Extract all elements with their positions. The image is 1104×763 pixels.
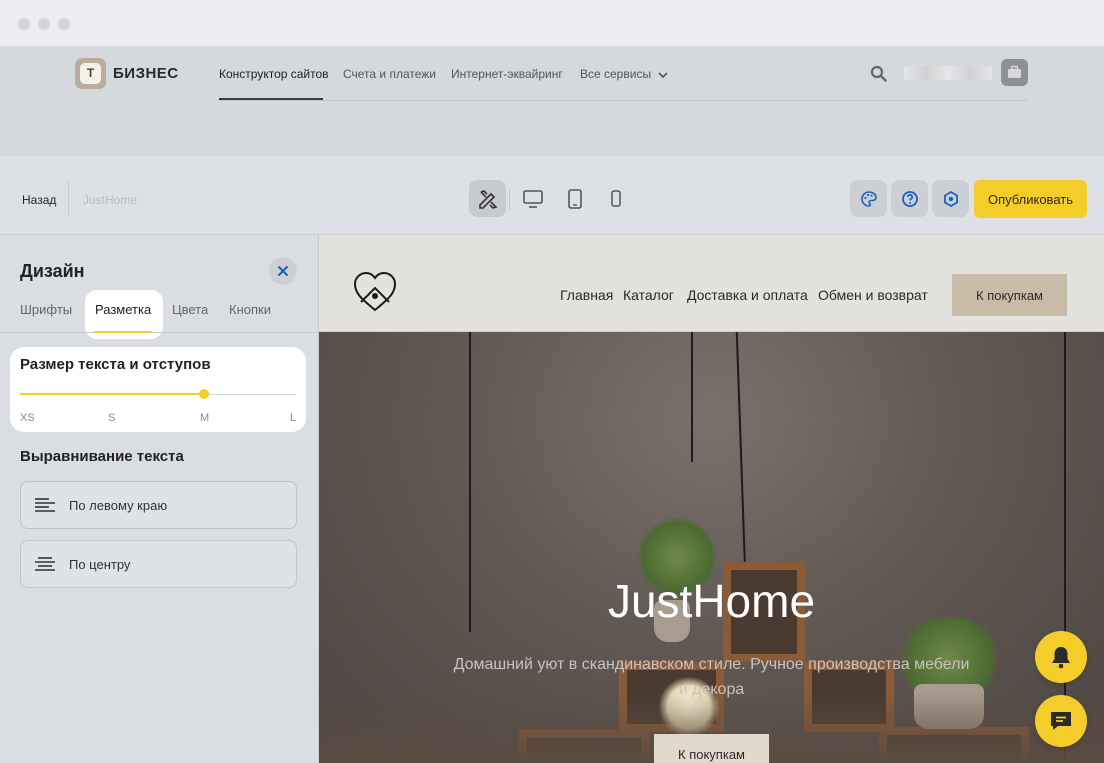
panel-title: Дизайн bbox=[20, 261, 85, 281]
help-button[interactable] bbox=[891, 180, 928, 217]
nav-site-builder[interactable]: Конструктор сайтов bbox=[219, 67, 329, 81]
palette-button[interactable] bbox=[850, 180, 887, 217]
tab-colors[interactable]: Цвета bbox=[172, 302, 208, 317]
chat-icon bbox=[1051, 712, 1071, 730]
size-label-l[interactable]: L bbox=[290, 412, 296, 424]
publish-button[interactable]: Опубликовать bbox=[974, 180, 1087, 218]
hero-section: JustHome Домашний уют в скандинавском ст… bbox=[319, 332, 1104, 763]
size-slider-fill bbox=[20, 393, 204, 395]
text-size-title: Размер текста и отступов bbox=[20, 356, 211, 373]
top-navigation: Т БИЗНЕС Конструктор сайтов Счета и плат… bbox=[0, 46, 1104, 156]
notifications-button[interactable] bbox=[1035, 631, 1087, 683]
desktop-view-button[interactable] bbox=[514, 180, 551, 217]
toolbar-divider bbox=[68, 181, 69, 216]
edit-mode-button[interactable] bbox=[469, 180, 506, 217]
align-center-label: По центру bbox=[69, 556, 131, 572]
tab-buttons[interactable]: Кнопки bbox=[229, 302, 271, 317]
briefcase-icon bbox=[1008, 65, 1021, 78]
chevron-down-icon bbox=[658, 72, 668, 78]
site-header: Главная Каталог Доставка и оплата Обмен … bbox=[319, 235, 1104, 332]
lamp-cord bbox=[691, 332, 693, 462]
bell-icon bbox=[1052, 647, 1070, 669]
tablet-view-button[interactable] bbox=[556, 180, 593, 217]
brand-logo-icon: Т bbox=[80, 63, 101, 84]
site-name-label[interactable]: JustHome bbox=[83, 193, 137, 207]
tab-fonts[interactable]: Шрифты bbox=[20, 302, 72, 317]
size-label-m[interactable]: M bbox=[200, 412, 209, 424]
help-icon bbox=[901, 190, 918, 207]
tab-layout[interactable]: Разметка bbox=[95, 302, 151, 317]
text-size-card: Размер текста и отступов XS S M L bbox=[10, 347, 306, 432]
palette-icon bbox=[860, 190, 877, 207]
nav-accounts-payments[interactable]: Счета и платежи bbox=[343, 67, 436, 81]
close-panel-button[interactable] bbox=[269, 257, 297, 285]
size-label-xs[interactable]: XS bbox=[20, 412, 35, 424]
window-zoom-dot[interactable] bbox=[58, 18, 70, 30]
tablet-icon bbox=[567, 188, 582, 209]
edit-icon bbox=[478, 189, 497, 209]
nav-all-services[interactable]: Все сервисы bbox=[580, 67, 668, 81]
tabs-divider bbox=[0, 332, 318, 333]
size-label-s[interactable]: S bbox=[108, 412, 115, 424]
alignment-title: Выравнивание текста bbox=[20, 448, 184, 465]
search-icon[interactable] bbox=[870, 65, 887, 82]
brand-name[interactable]: БИЗНЕС bbox=[113, 65, 179, 82]
align-left-icon bbox=[35, 498, 55, 512]
align-left-label: По левому краю bbox=[69, 497, 168, 513]
user-avatar[interactable] bbox=[1001, 59, 1028, 86]
window-close-dot[interactable] bbox=[18, 18, 30, 30]
site-preview: Главная Каталог Доставка и оплата Обмен … bbox=[319, 235, 1104, 763]
editor-toolbar: Назад JustHome Опубликовать bbox=[0, 156, 1104, 235]
align-center-icon bbox=[35, 557, 55, 571]
site-nav-returns[interactable]: Обмен и возврат bbox=[818, 287, 928, 303]
window-minimize-dot[interactable] bbox=[38, 18, 50, 30]
settings-button[interactable] bbox=[932, 180, 969, 217]
nav-divider bbox=[219, 100, 1028, 101]
window-titlebar bbox=[0, 0, 1104, 46]
nav-acquiring[interactable]: Интернет-эквайринг bbox=[451, 67, 563, 81]
size-slider-handle[interactable] bbox=[199, 389, 209, 399]
align-left-button[interactable]: По левому краю bbox=[20, 481, 297, 529]
desktop-icon bbox=[522, 189, 543, 208]
heart-home-logo-icon[interactable] bbox=[353, 272, 397, 314]
brand-logo[interactable]: Т bbox=[75, 58, 106, 89]
back-button[interactable]: Назад bbox=[22, 193, 56, 207]
site-nav-catalog[interactable]: Каталог bbox=[623, 287, 674, 303]
toolbar-separator bbox=[509, 188, 510, 210]
align-center-button[interactable]: По центру bbox=[20, 540, 297, 588]
mobile-view-button[interactable] bbox=[597, 180, 634, 217]
hero-cta-button[interactable]: К покупкам bbox=[654, 734, 769, 763]
close-icon bbox=[278, 266, 288, 276]
chat-button[interactable] bbox=[1035, 695, 1087, 747]
user-name-blurred[interactable] bbox=[904, 66, 992, 80]
site-nav-delivery[interactable]: Доставка и оплата bbox=[687, 287, 808, 303]
hero-subtitle: Домашний уют в скандинавском стиле. Ручн… bbox=[453, 656, 970, 698]
mobile-icon bbox=[610, 189, 621, 207]
nav-all-services-label: Все сервисы bbox=[580, 67, 652, 81]
hero-title: JustHome bbox=[607, 575, 816, 627]
active-tab-underline bbox=[94, 331, 152, 333]
site-nav-home[interactable]: Главная bbox=[560, 287, 613, 303]
settings-icon bbox=[943, 190, 958, 207]
design-panel: Дизайн Шрифты Разметка Цвета Кнопки Разм… bbox=[0, 235, 319, 763]
site-header-cta-button[interactable]: К покупкам bbox=[952, 274, 1067, 316]
